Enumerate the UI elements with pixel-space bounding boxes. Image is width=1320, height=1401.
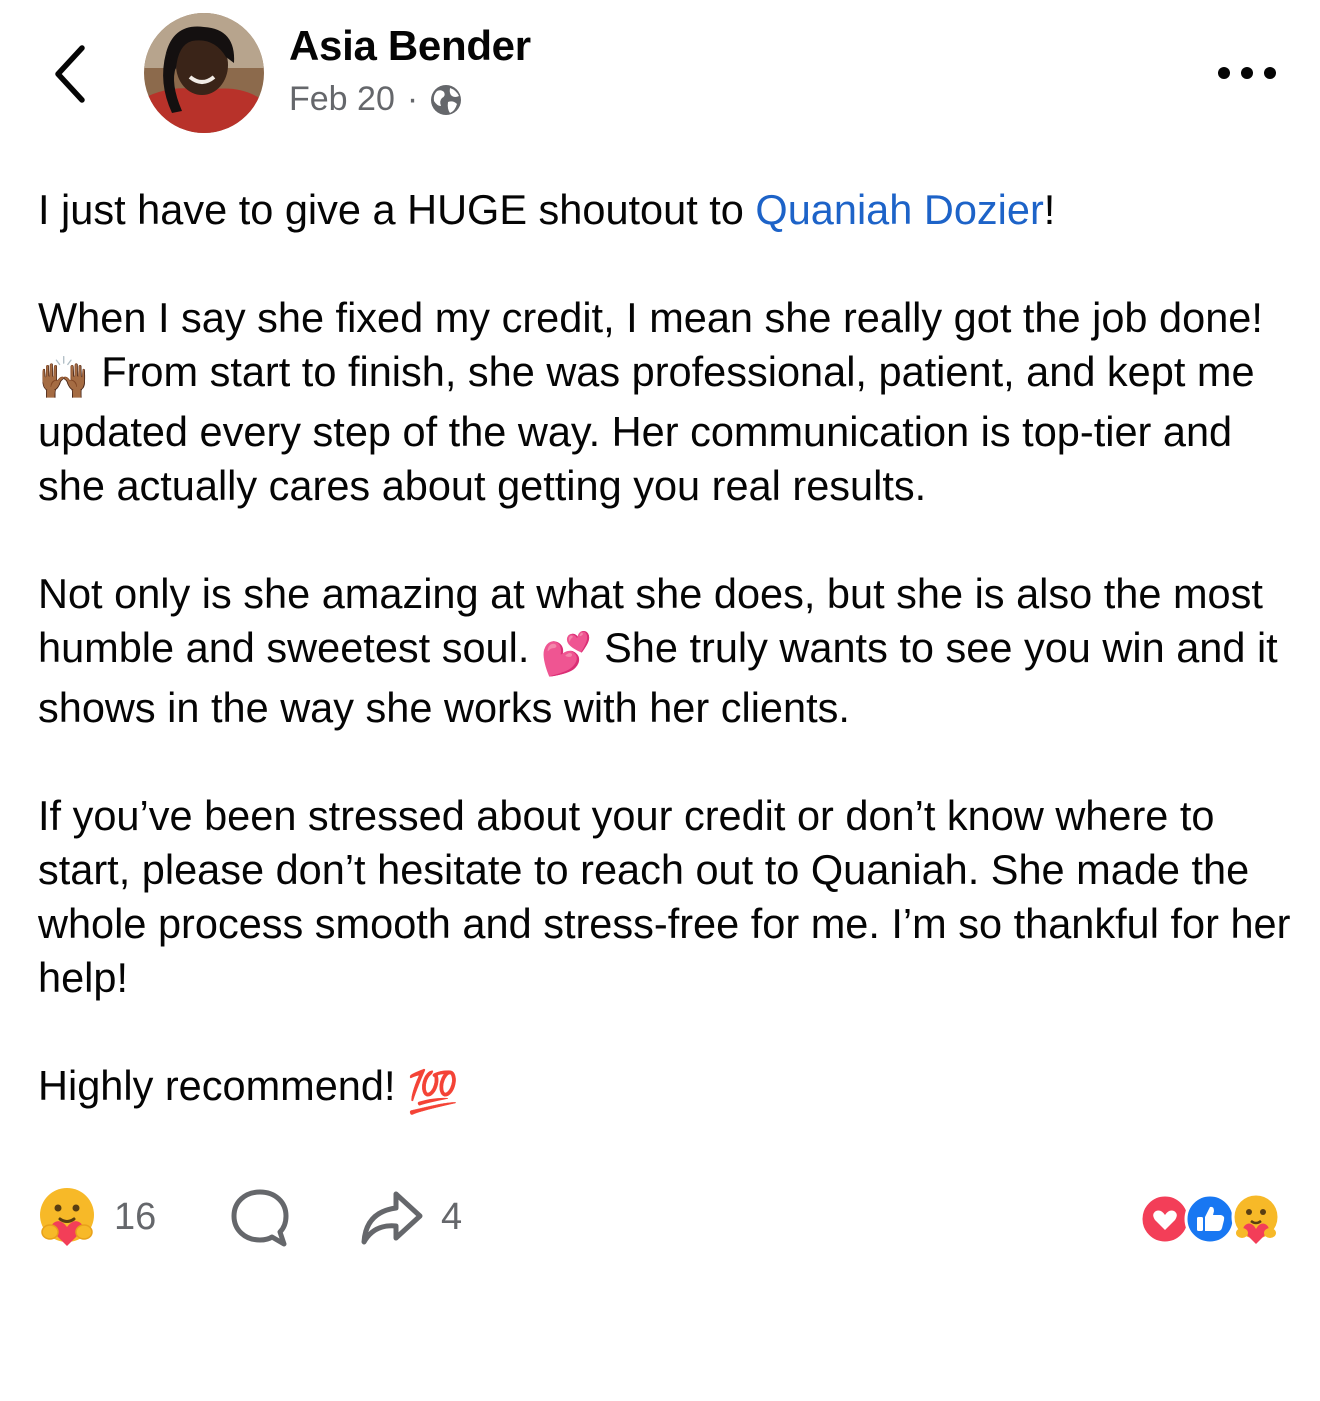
comment-button[interactable] <box>228 1186 292 1250</box>
post-actions: 16 4 <box>0 1178 1320 1258</box>
post-header: Asia Bender Feb 20 · <box>0 0 1320 150</box>
text-segment: ! <box>1043 186 1056 233</box>
comment-icon <box>231 1189 289 1247</box>
post-paragraph: When I say she fixed my credit, I mean s… <box>38 291 1298 513</box>
share-icon <box>361 1191 423 1245</box>
raising-hands-emoji: 🙌🏾 <box>38 354 90 401</box>
post-paragraph: Highly recommend! 💯 <box>38 1059 1298 1119</box>
share-count[interactable]: 4 <box>441 1196 462 1239</box>
share-button[interactable] <box>358 1188 424 1248</box>
text-segment: I just have to give a HUGE shoutout to <box>38 186 756 233</box>
chevron-left-icon <box>55 45 85 103</box>
post-paragraph: Not only is she amazing at what she does… <box>38 567 1298 735</box>
post-paragraph: If you’ve been stressed about your credi… <box>38 792 1291 1001</box>
care-reaction-icon <box>1231 1192 1281 1244</box>
avatar[interactable] <box>144 13 264 133</box>
care-reaction-icon <box>40 1188 94 1246</box>
post-meta: Feb 20 · <box>289 80 464 119</box>
text-segment: Highly recommend! <box>38 1062 408 1109</box>
text-segment: From start to finish, she was profession… <box>38 348 1255 509</box>
post-text: I just have to give a HUGE shoutout to Q… <box>38 183 1298 1119</box>
love-reaction-icon <box>1139 1193 1191 1245</box>
meta-separator: · <box>406 80 419 118</box>
two-hearts-emoji: 💕 <box>540 630 593 677</box>
text-segment: When I say she fixed my credit, I mean s… <box>38 294 1263 341</box>
back-button[interactable] <box>44 40 100 108</box>
hundred-points-emoji: 💯 <box>407 1068 459 1115</box>
author-name[interactable]: Asia Bender <box>289 22 531 70</box>
react-button[interactable] <box>36 1186 98 1248</box>
more-options-icon <box>1218 67 1276 79</box>
like-reaction-icon <box>1184 1193 1236 1245</box>
reaction-count[interactable]: 16 <box>114 1196 156 1239</box>
mention-link[interactable]: Quaniah Dozier <box>755 186 1043 233</box>
more-options-button[interactable] <box>1214 56 1280 90</box>
reaction-summary[interactable] <box>1138 1192 1286 1246</box>
post-date[interactable]: Feb 20 <box>289 80 395 119</box>
globe-icon <box>431 84 462 115</box>
post-paragraph: I just have to give a HUGE shoutout to Q… <box>38 183 1298 237</box>
